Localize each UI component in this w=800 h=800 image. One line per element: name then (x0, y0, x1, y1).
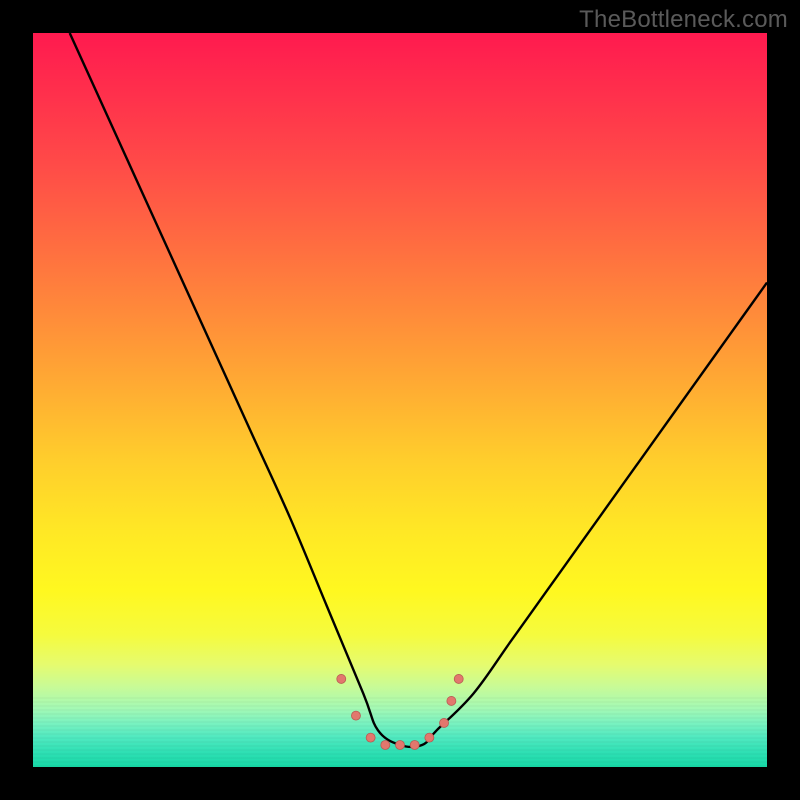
minimum-dot (381, 740, 390, 749)
attribution-text: TheBottleneck.com (579, 6, 788, 34)
minimum-dot (410, 740, 419, 749)
bottleneck-curve (70, 33, 767, 747)
curve-path (70, 33, 767, 747)
minimum-dot (366, 733, 375, 742)
bottleneck-curve-svg (33, 33, 767, 767)
minimum-dot (454, 674, 463, 683)
minimum-dot (396, 740, 405, 749)
minimum-dot (425, 733, 434, 742)
minimum-dot (337, 674, 346, 683)
plot-area (33, 33, 767, 767)
minimum-dot (351, 711, 360, 720)
minimum-dots-group (337, 674, 463, 749)
minimum-dot (447, 696, 456, 705)
minimum-dot (440, 718, 449, 727)
chart-frame: TheBottleneck.com (0, 0, 800, 800)
